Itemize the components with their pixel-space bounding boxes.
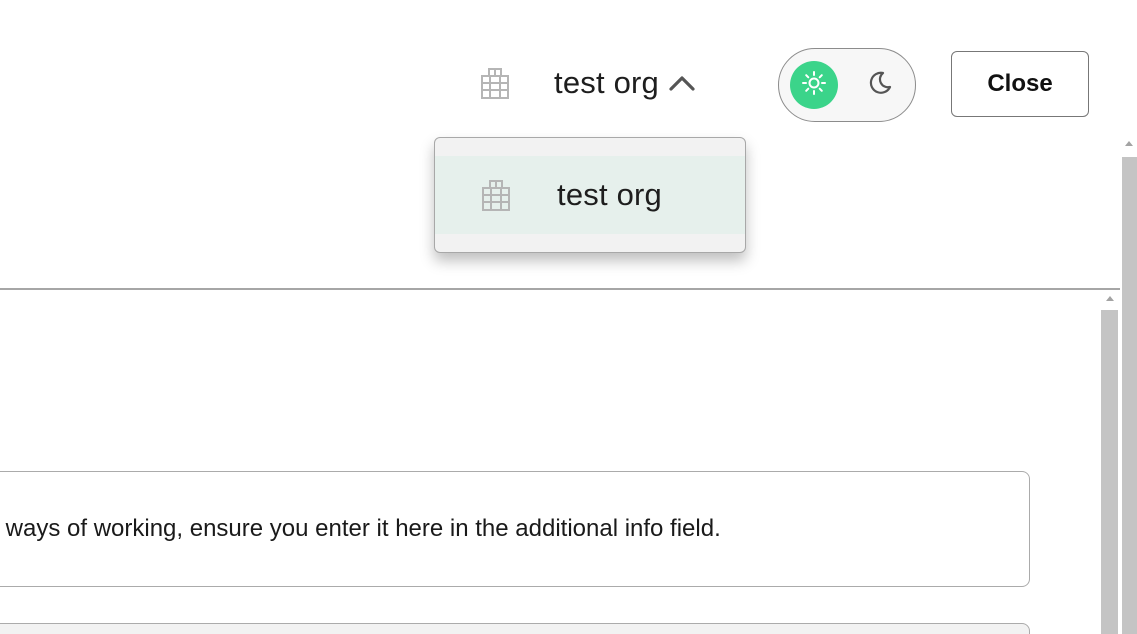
header-divider [0,288,1120,290]
close-button[interactable]: Close [951,51,1089,117]
scroll-up-arrow-icon[interactable] [1106,296,1114,301]
chevron-up-icon [667,73,697,93]
theme-toggle[interactable] [778,48,916,122]
dropdown-item-label: test org [557,177,662,212]
scroll-up-arrow-icon[interactable] [1125,141,1133,146]
org-name: test org [554,65,659,100]
org-switcher[interactable]: test org [478,58,697,108]
building-icon [478,66,512,100]
moon-icon [866,69,894,102]
additional-info-field[interactable] [0,623,1030,634]
sun-icon [801,70,827,101]
content-scrollbar[interactable] [1100,290,1120,634]
info-message-text: c ways of working, ensure you enter it h… [0,515,721,542]
dropdown-item-test-org[interactable]: test org [435,156,745,234]
scrollbar-thumb[interactable] [1122,157,1137,634]
building-icon [479,178,513,212]
scrollbar-thumb[interactable] [1101,310,1118,634]
info-message-box: c ways of working, ensure you enter it h… [0,471,1030,587]
dark-mode-button[interactable] [856,61,904,109]
light-mode-button[interactable] [790,61,838,109]
org-dropdown-menu: test org [434,137,746,253]
page-scrollbar[interactable] [1120,137,1137,634]
page: test org Close test org c ways of workin… [0,0,1137,634]
